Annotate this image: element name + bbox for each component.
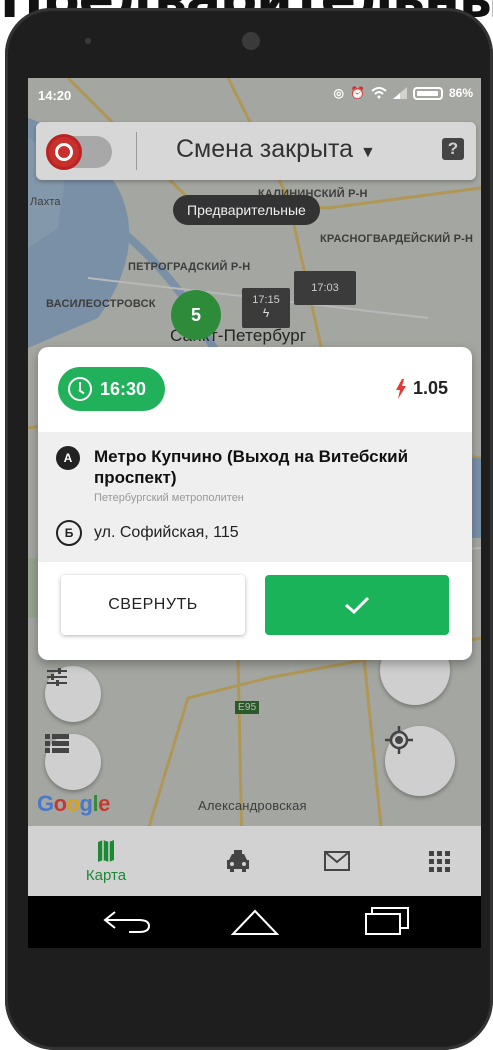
filter-button[interactable] xyxy=(45,666,101,722)
nav-item-messages[interactable] xyxy=(312,826,362,896)
help-button[interactable]: ? xyxy=(442,138,464,160)
point-a-subtitle: Петербургский метрополитен xyxy=(94,492,244,504)
signal-icon xyxy=(392,87,407,99)
accept-button[interactable] xyxy=(265,575,449,635)
nav-item-orders[interactable] xyxy=(213,826,263,896)
shift-header: Смена закрыта ▼ ? xyxy=(36,122,476,180)
bolt-icon: ϟ xyxy=(262,306,270,320)
list-view-button[interactable] xyxy=(45,734,101,790)
order-marker[interactable]: 17:03 xyxy=(294,271,356,305)
point-b-marker: Б xyxy=(56,520,82,546)
order-card: 16:30 1.05 А Метро Купчино (Выход на Вит… xyxy=(38,347,472,660)
nav-item-menu[interactable] xyxy=(414,826,464,896)
wifi-icon xyxy=(371,87,387,99)
nav-item-map[interactable]: Карта xyxy=(76,826,136,896)
route-point-b: Б ул. Софийская, 115 xyxy=(56,520,239,546)
filter-pill: Предварительные xyxy=(173,195,320,225)
shift-toggle[interactable] xyxy=(46,134,112,170)
status-time: 14:20 xyxy=(38,88,72,103)
system-nav-bar xyxy=(28,896,481,948)
my-location-button[interactable] xyxy=(385,726,455,796)
collapse-button[interactable]: СВЕРНУТЬ xyxy=(61,575,245,635)
point-b-address: ул. Софийская, 115 xyxy=(94,524,239,541)
google-logo: Google xyxy=(37,791,110,816)
surge-value: 1.05 xyxy=(412,378,448,398)
sensor-dot xyxy=(85,38,91,44)
header-divider xyxy=(136,132,137,170)
bolt-icon xyxy=(395,378,406,399)
shift-status-dropdown[interactable]: Смена закрыта ▼ xyxy=(176,135,376,164)
battery-percent: 86% xyxy=(448,86,473,100)
route-point-a: А Метро Купчино (Выход на Витебский прос… xyxy=(56,446,434,504)
triangle-down-icon: ▼ xyxy=(360,144,376,161)
app-screen: Лахта КАЛИНИНСКИЙ Р-Н КРАСНОГВАРДЕЙСКИЙ … xyxy=(28,78,481,948)
shift-status-label: Смена закрыта xyxy=(176,135,354,163)
order-time: 16:30 xyxy=(100,378,147,399)
order-marker-time: 17:03 xyxy=(311,282,339,294)
clock-icon xyxy=(68,377,92,401)
order-cluster-marker[interactable]: 5 xyxy=(171,290,221,340)
battery-icon xyxy=(412,86,443,100)
recent-apps-icon[interactable] xyxy=(364,906,410,936)
status-bar: 14:20 ◎ ⏰ 86% xyxy=(28,78,481,114)
map-icon xyxy=(98,839,114,862)
checkmark-icon xyxy=(345,596,370,615)
surge-coefficient: 1.05 xyxy=(395,378,448,399)
sliders-icon xyxy=(47,668,67,686)
mail-icon xyxy=(324,851,350,871)
grid-icon xyxy=(428,850,450,872)
list-icon xyxy=(45,734,69,753)
back-icon[interactable] xyxy=(103,908,153,934)
nfc-icon: ◎ xyxy=(333,86,345,100)
point-a-marker: А xyxy=(56,446,80,470)
order-marker[interactable]: 17:15 ϟ xyxy=(242,288,290,328)
phone-frame: Лахта КАЛИНИНСКИЙ Р-Н КРАСНОГВАРДЕЙСКИЙ … xyxy=(5,8,493,1050)
bottom-nav: Карта xyxy=(28,826,481,896)
taxi-icon xyxy=(227,850,249,872)
order-marker-time: 17:15 xyxy=(252,294,280,306)
alarm-icon: ⏰ xyxy=(350,86,365,100)
order-time-badge: 16:30 xyxy=(58,367,165,411)
nav-label-map: Карта xyxy=(85,866,127,884)
front-camera xyxy=(242,32,260,50)
power-icon xyxy=(46,134,82,170)
crosshair-icon xyxy=(385,726,413,754)
home-icon[interactable] xyxy=(231,908,279,936)
point-a-title: Метро Купчино (Выход на Витебский проспе… xyxy=(94,447,409,487)
route-info: А Метро Купчино (Выход на Витебский прос… xyxy=(38,432,472,562)
